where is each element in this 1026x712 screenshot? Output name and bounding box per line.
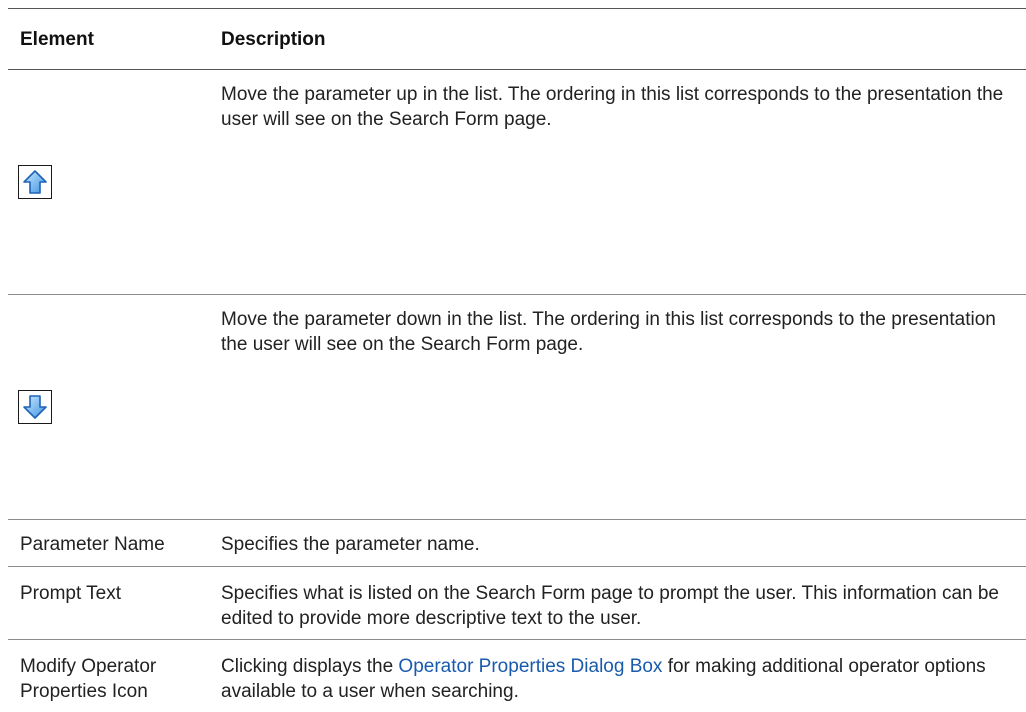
element-cell: Modify Operator Properties Icon bbox=[8, 640, 209, 712]
description-text: Clicking displays the bbox=[221, 656, 398, 677]
arrow-down-icon[interactable] bbox=[18, 390, 52, 424]
element-description-table: Element Description bbox=[8, 8, 1026, 712]
column-header-element: Element bbox=[8, 9, 209, 70]
table-row: Move the parameter down in the list. The… bbox=[8, 295, 1026, 520]
description-cell: Move the parameter down in the list. The… bbox=[209, 295, 1026, 520]
element-cell bbox=[8, 70, 209, 295]
operator-properties-dialog-link[interactable]: Operator Properties Dialog Box bbox=[398, 656, 662, 677]
description-cell: Clicking displays the Operator Propertie… bbox=[209, 640, 1026, 712]
element-cell: Prompt Text bbox=[8, 567, 209, 640]
table-header-row: Element Description bbox=[8, 9, 1026, 70]
element-cell: Parameter Name bbox=[8, 520, 209, 567]
table-row: Parameter Name Specifies the parameter n… bbox=[8, 520, 1026, 567]
description-cell: Specifies the parameter name. bbox=[209, 520, 1026, 567]
table-row: Modify Operator Properties Icon Clicking… bbox=[8, 640, 1026, 712]
element-cell bbox=[8, 295, 209, 520]
description-cell: Specifies what is listed on the Search F… bbox=[209, 567, 1026, 640]
table-row: Prompt Text Specifies what is listed on … bbox=[8, 567, 1026, 640]
column-header-description: Description bbox=[209, 9, 1026, 70]
description-cell: Move the parameter up in the list. The o… bbox=[209, 70, 1026, 295]
arrow-up-icon[interactable] bbox=[18, 165, 52, 199]
table-row: Move the parameter up in the list. The o… bbox=[8, 70, 1026, 295]
